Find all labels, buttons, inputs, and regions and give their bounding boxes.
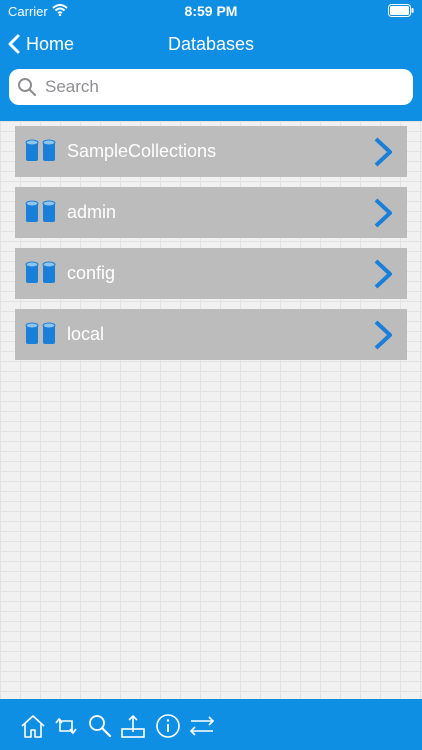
battery-icon [388,4,414,17]
database-row-config[interactable]: config [15,248,407,299]
chevron-right-icon[interactable] [373,136,393,168]
search-input[interactable] [43,76,387,98]
refresh-icon [55,717,77,735]
database-icon [25,139,56,161]
chevron-right-icon[interactable] [373,319,393,351]
database-name: SampleCollections [67,141,217,161]
upload-button[interactable] [118,711,148,741]
info-icon [156,714,180,738]
bottom-toolbar [0,699,422,750]
search-bar[interactable] [9,69,413,105]
upload-icon [121,714,145,738]
info-button[interactable] [153,711,183,741]
database-name: admin [67,202,117,222]
chevron-right-icon[interactable] [373,197,393,229]
chevron-right-icon[interactable] [373,258,393,290]
search-icon [18,78,37,97]
search-icon [89,715,112,738]
database-list: SampleCollections admin config local [15,126,407,370]
refresh-button[interactable] [51,711,81,741]
database-row-admin[interactable]: admin [15,187,407,238]
database-list-area: SampleCollections admin config local [0,121,422,699]
database-icon [25,200,56,222]
status-bar: Carrier 8:59 PM [0,0,422,24]
database-row-samplecollections[interactable]: SampleCollections [15,126,407,177]
home-icon [21,715,45,738]
header: Carrier 8:59 PM Home Databases [0,0,422,121]
navigation-bar: Home Databases [0,24,422,64]
home-button[interactable] [18,711,48,741]
database-row-local[interactable]: local [15,309,407,360]
database-icon [25,261,56,283]
database-icon [25,322,56,344]
database-name: local [67,324,105,344]
search-button[interactable] [85,711,115,741]
status-time: 8:59 PM [184,3,238,19]
page-title: Databases [167,34,255,54]
database-name: config [67,263,116,283]
transfer-icon [189,716,215,736]
transfer-button[interactable] [187,711,217,741]
